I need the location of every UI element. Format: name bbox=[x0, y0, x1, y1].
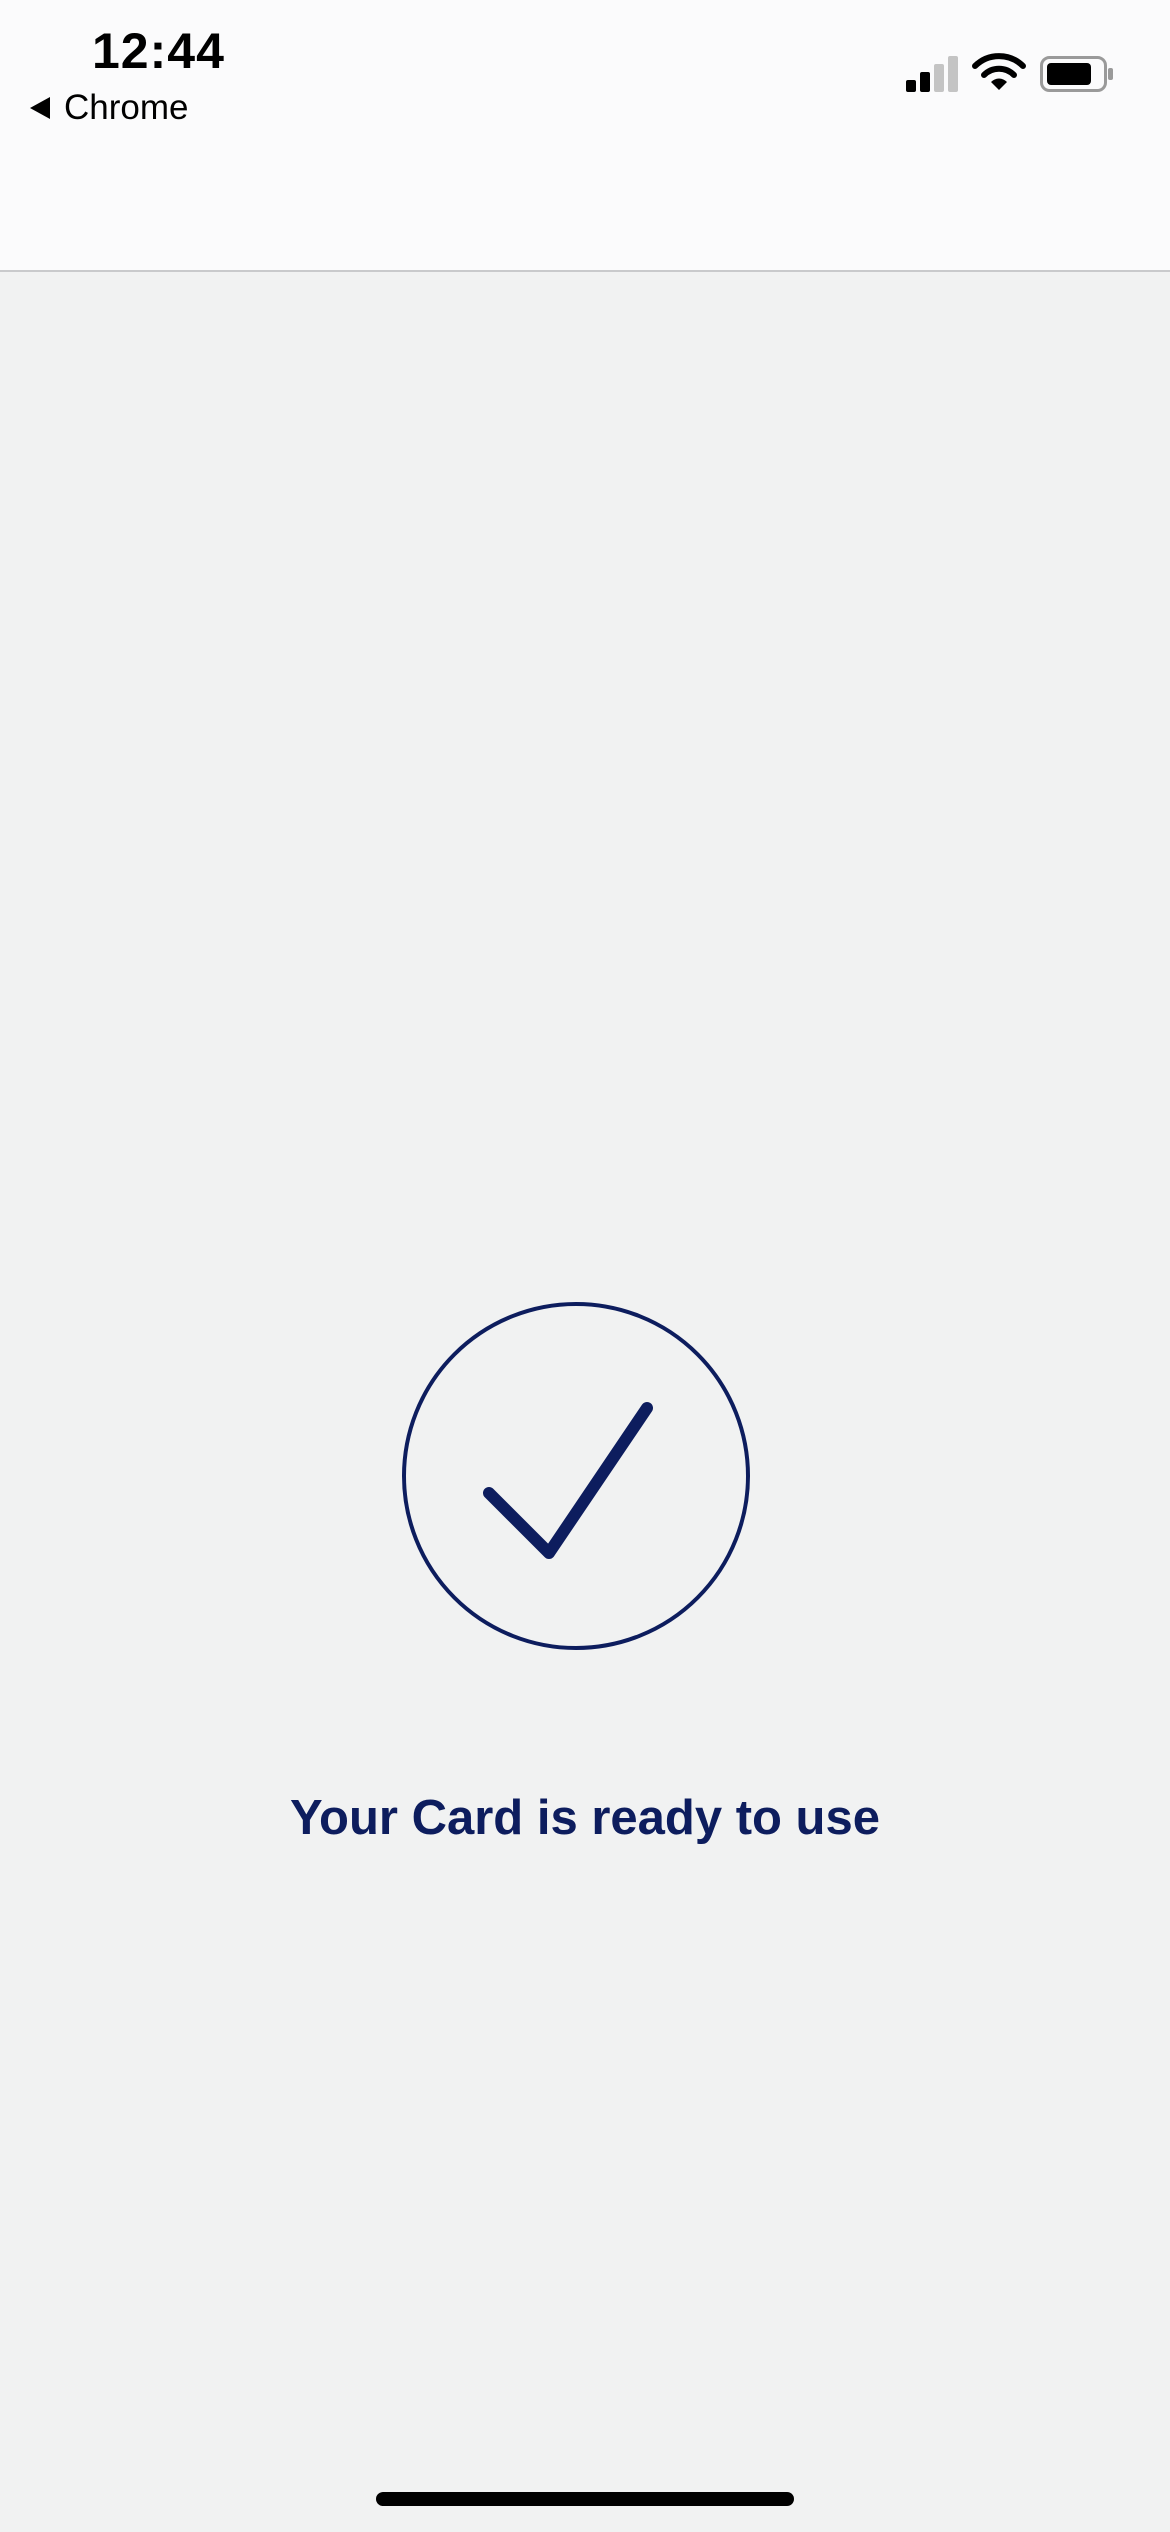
status-bar: 12:44 Chrome bbox=[0, 0, 1170, 272]
success-message: Your Card is ready to use bbox=[290, 1791, 880, 1845]
home-indicator[interactable] bbox=[376, 2492, 794, 2506]
status-time: 12:44 bbox=[92, 23, 225, 79]
back-to-app-label: Chrome bbox=[64, 88, 189, 127]
cellular-signal-icon bbox=[906, 56, 958, 92]
checkmark-circle-icon bbox=[402, 1302, 750, 1650]
back-to-app-button[interactable]: Chrome bbox=[30, 88, 188, 128]
wifi-icon bbox=[972, 53, 1026, 90]
battery-icon bbox=[1040, 56, 1113, 92]
back-arrow-icon bbox=[30, 97, 50, 119]
